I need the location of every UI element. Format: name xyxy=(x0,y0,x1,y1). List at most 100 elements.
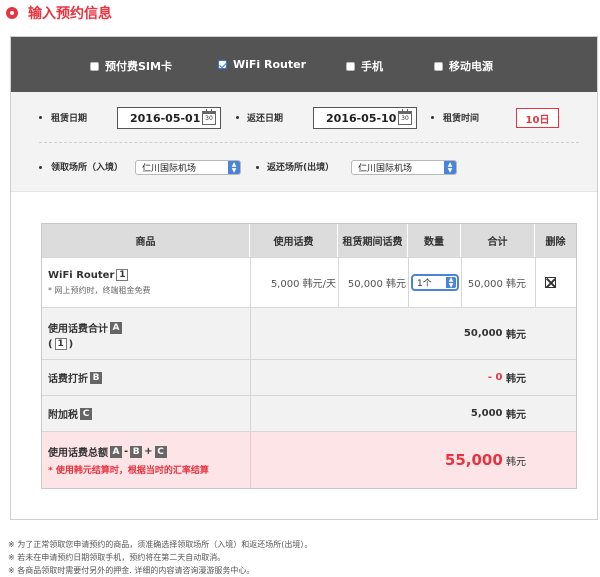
type-label: 移动电源 xyxy=(449,60,493,73)
subtotal-unit: 韩元 xyxy=(506,330,526,341)
rent-date-value: 2016-05-01 xyxy=(130,111,201,125)
rent-time-label: 租赁时间 xyxy=(443,114,480,124)
discount-label-cell: 话费打折 B xyxy=(48,360,104,395)
col-header-total: 合计 xyxy=(461,224,535,257)
col-header-product: 商品 xyxy=(42,224,250,257)
return-date-label: 返还日期 xyxy=(247,114,284,124)
badge-1: 1 xyxy=(54,338,67,350)
badge-b: B xyxy=(90,371,102,384)
rent-days-badge: 10日 xyxy=(516,108,559,128)
filter-divider xyxy=(39,142,579,143)
section-header: 输入预约信息 xyxy=(6,4,112,22)
type-label: WiFi Router xyxy=(233,58,307,71)
phone-checkbox[interactable] xyxy=(346,61,355,71)
reservation-panel: 预付费SIM卡 WiFi Router 手机 移动电源 租赁日期 2016-05… xyxy=(10,36,598,520)
col-header-period-fee: 租赁期间话费 xyxy=(338,224,408,257)
bullet-icon xyxy=(39,166,42,169)
col-header-fee: 使用话费 xyxy=(250,224,338,257)
bullet-circle-icon xyxy=(6,7,18,19)
item-name: WiFi Router xyxy=(48,269,115,281)
subtotal-value-cell: 50,000 韩元 xyxy=(464,308,526,359)
type-option-wifi[interactable]: WiFi Router xyxy=(218,58,306,71)
badge-c: C xyxy=(154,445,167,458)
return-place-value: 仁川国际机场 xyxy=(358,164,413,174)
return-date-input[interactable]: 2016-05-10 30 xyxy=(313,107,417,129)
table-row: WiFi Router 1 * 网上预约时，终端租金免费 5,000 韩元/天 … xyxy=(42,258,576,308)
col-header-delete: 删除 xyxy=(545,237,566,248)
bullet-icon xyxy=(256,166,259,169)
rent-date-input[interactable]: 2016-05-01 30 xyxy=(117,107,221,129)
tax-label-cell: 附加税 C xyxy=(48,396,94,431)
item-fee: 5,000 韩元/天 xyxy=(270,279,336,290)
type-label: 预付费SIM卡 xyxy=(105,60,172,73)
footnote: ※ 为了正常领取您申请预约的商品，须准确选择领取场所（入境）和返还场所(出境）。 xyxy=(8,540,313,549)
grand-value-cell: 55,000 韩元 xyxy=(445,432,526,488)
price-table: 商品 使用话费 租赁期间话费 数量 合计 删除 WiFi Router 1 * … xyxy=(41,223,577,489)
item-badge: 1 xyxy=(116,269,129,281)
wifi-checkbox[interactable] xyxy=(218,60,227,69)
select-arrows-icon: ▲ ▼ xyxy=(444,161,456,174)
item-name-line: WiFi Router 1 xyxy=(48,269,130,281)
return-place-select[interactable]: 仁川国际机场 ▲ ▼ xyxy=(351,160,457,175)
type-option-powerbank[interactable]: 移动电源 xyxy=(434,58,493,74)
pickup-select[interactable]: 仁川国际机场 ▲ ▼ xyxy=(135,160,241,175)
badge-b: B xyxy=(130,445,143,458)
subtotal-value: 50,000 xyxy=(463,328,503,339)
op-minus: - xyxy=(124,446,129,457)
product-type-bar: 预付费SIM卡 WiFi Router 手机 移动电源 xyxy=(11,37,597,92)
grand-total-row: 使用话费总额 A - B + C * 使用韩元结算时，根据当时的汇率结算 55,… xyxy=(42,432,576,488)
discount-unit: 韩元 xyxy=(506,374,526,385)
bullet-icon xyxy=(39,116,42,119)
return-place-label: 返还场所(出境） xyxy=(267,163,335,173)
grand-label-line: 使用话费总额 A - B + C xyxy=(48,444,169,459)
pickup-label: 领取场所（入境） xyxy=(51,163,124,173)
footnotes: ※ 为了正常领取您申请预约的商品，须准确选择领取场所（入境）和返还场所(出境）。… xyxy=(8,538,312,577)
pickup-value: 仁川国际机场 xyxy=(142,164,197,174)
bullet-icon xyxy=(236,116,239,119)
subtotal-label: 使用话费合计 xyxy=(48,324,108,335)
paren-open: ( xyxy=(48,338,53,350)
discount-value-cell: - 0 韩元 xyxy=(488,360,526,395)
page-title: 输入预约信息 xyxy=(28,6,112,22)
footnote: ※ 各商品领取时需要付另外的押金. 详细的内容请咨询漫游服务中心。 xyxy=(8,566,255,575)
delete-icon[interactable] xyxy=(545,277,556,288)
powerbank-checkbox[interactable] xyxy=(434,61,443,71)
sim-checkbox[interactable] xyxy=(90,61,99,71)
grand-unit: 韩元 xyxy=(506,456,526,468)
rent-date-label: 租赁日期 xyxy=(51,114,88,124)
select-arrows-icon: ▲ ▼ xyxy=(446,276,456,288)
tax-label: 附加税 xyxy=(48,410,78,421)
reservation-filters: 租赁日期 2016-05-01 30 返还日期 2016-05-10 30 租赁… xyxy=(11,92,597,192)
table-header: 商品 使用话费 租赁期间话费 数量 合计 删除 xyxy=(42,224,576,258)
badge-c: C xyxy=(80,407,92,420)
paren-close: ) xyxy=(68,338,74,350)
footnote: ※ 若未在申请预约日期领取手机，预约将在第二天自动取消。 xyxy=(8,553,226,562)
return-date-value: 2016-05-10 xyxy=(326,111,397,125)
subtotal-label-line: 使用话费合计 A xyxy=(48,320,124,335)
discount-label: 话费打折 xyxy=(48,374,88,385)
select-arrows-icon: ▲ ▼ xyxy=(228,161,240,174)
subtotal-row: 使用话费合计 A ( 1 ) 50,000 韩元 xyxy=(42,308,576,360)
type-label: 手机 xyxy=(361,60,383,73)
tax-value-cell: 5,000 韩元 xyxy=(471,396,526,431)
quantity-select[interactable]: 1个 ▲ ▼ xyxy=(411,274,459,291)
item-note: * 网上预约时，终端租金免费 xyxy=(48,286,151,295)
quantity-value: 1个 xyxy=(417,279,432,289)
tax-row: 附加税 C 5,000 韩元 xyxy=(42,396,576,432)
calendar-icon[interactable]: 30 xyxy=(398,109,412,125)
grand-value: 55,000 xyxy=(444,451,503,469)
discount-value: - 0 xyxy=(487,372,503,383)
type-option-sim[interactable]: 预付费SIM卡 xyxy=(90,58,172,74)
tax-unit: 韩元 xyxy=(506,410,526,421)
badge-a: A xyxy=(110,445,122,458)
tax-value: 5,000 xyxy=(470,408,503,419)
item-period-fee: 50,000 韩元 xyxy=(347,279,406,290)
badge-a: A xyxy=(110,321,122,334)
op-plus: + xyxy=(144,446,153,457)
bullet-icon xyxy=(431,116,434,119)
grand-note: * 使用韩元结算时，根据当时的汇率结算 xyxy=(48,466,209,476)
grand-label: 使用话费总额 xyxy=(48,448,108,459)
item-total: 50,000 韩元 xyxy=(467,279,526,290)
calendar-icon[interactable]: 30 xyxy=(202,109,216,125)
type-option-phone[interactable]: 手机 xyxy=(346,58,383,74)
